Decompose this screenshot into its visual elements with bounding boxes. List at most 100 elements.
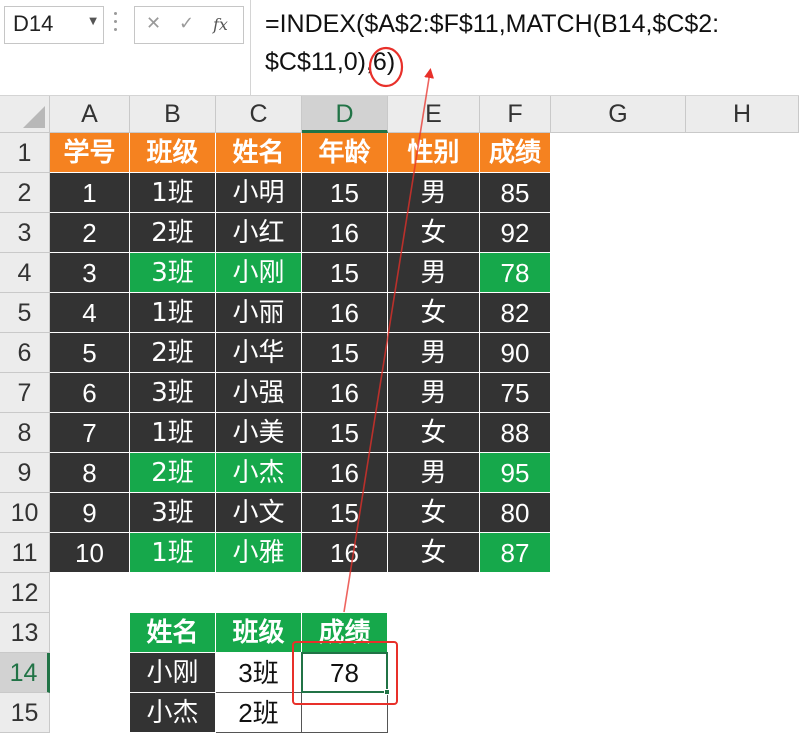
table-cell[interactable]: 小华 <box>216 333 302 373</box>
table-cell[interactable]: 女 <box>388 493 480 533</box>
table-cell[interactable]: 4 <box>50 293 130 333</box>
table-cell[interactable]: 10 <box>50 533 130 573</box>
table-cell[interactable]: 3班 <box>130 493 216 533</box>
table-cell[interactable]: 5 <box>50 333 130 373</box>
lookup-header-cell[interactable]: 姓名 <box>130 613 216 653</box>
table-cell[interactable]: 小美 <box>216 413 302 453</box>
table-cell[interactable]: 2班 <box>130 333 216 373</box>
column-header-d[interactable]: D <box>302 96 388 133</box>
column-header-c[interactable]: C <box>216 96 302 133</box>
table-header-cell[interactable]: 成绩 <box>480 133 551 173</box>
table-cell[interactable]: 15 <box>302 173 388 213</box>
table-cell[interactable]: 女 <box>388 533 480 573</box>
table-cell[interactable]: 87 <box>480 533 551 573</box>
table-cell[interactable]: 16 <box>302 213 388 253</box>
table-cell[interactable]: 8 <box>50 453 130 493</box>
table-cell[interactable]: 6 <box>50 373 130 413</box>
lookup-header-cell[interactable]: 班级 <box>216 613 302 653</box>
cancel-icon[interactable]: ✕ <box>146 13 161 34</box>
table-cell[interactable]: 16 <box>302 373 388 413</box>
table-cell[interactable]: 75 <box>480 373 551 413</box>
row-header-3[interactable]: 3 <box>0 213 50 253</box>
table-header-cell[interactable]: 年龄 <box>302 133 388 173</box>
row-header-10[interactable]: 10 <box>0 493 50 533</box>
table-cell[interactable]: 80 <box>480 493 551 533</box>
lookup-cell[interactable]: 小刚 <box>130 653 216 693</box>
table-cell[interactable]: 82 <box>480 293 551 333</box>
formula-input[interactable]: =INDEX($A$2:$F$11,MATCH(B14,$C$2: $C$11,… <box>250 0 799 96</box>
column-header-f[interactable]: F <box>480 96 551 133</box>
column-header-h[interactable]: H <box>686 96 799 133</box>
row-header-4[interactable]: 4 <box>0 253 50 293</box>
table-cell[interactable]: 85 <box>480 173 551 213</box>
table-cell[interactable]: 88 <box>480 413 551 453</box>
table-cell[interactable]: 16 <box>302 453 388 493</box>
row-header-6[interactable]: 6 <box>0 333 50 373</box>
column-header-g[interactable]: G <box>551 96 686 133</box>
table-cell[interactable]: 男 <box>388 373 480 413</box>
table-cell[interactable]: 90 <box>480 333 551 373</box>
table-cell[interactable]: 男 <box>388 333 480 373</box>
lookup-cell[interactable]: 小杰 <box>130 693 216 733</box>
table-cell[interactable]: 小明 <box>216 173 302 213</box>
row-header-9[interactable]: 9 <box>0 453 50 493</box>
row-header-5[interactable]: 5 <box>0 293 50 333</box>
table-cell[interactable]: 16 <box>302 533 388 573</box>
table-cell[interactable]: 女 <box>388 293 480 333</box>
row-header-12[interactable]: 12 <box>0 573 50 613</box>
table-header-cell[interactable]: 学号 <box>50 133 130 173</box>
active-cell-d14[interactable]: 78 <box>302 653 388 693</box>
table-cell[interactable]: 1班 <box>130 413 216 453</box>
table-cell[interactable]: 女 <box>388 413 480 453</box>
lookup-cell[interactable]: 2班 <box>216 693 302 733</box>
row-header-8[interactable]: 8 <box>0 413 50 453</box>
table-cell[interactable]: 小刚 <box>216 253 302 293</box>
worksheet-grid[interactable]: A B C D E F G H 1 2 3 4 5 6 7 8 9 10 11 12 13 14 15 学号 班级 姓名 年龄 性别成… <box>0 96 799 735</box>
table-cell[interactable]: 3 <box>50 253 130 293</box>
table-header-cell[interactable]: 班级 <box>130 133 216 173</box>
enter-icon[interactable]: ✓ <box>179 13 194 34</box>
table-cell[interactable]: 3班 <box>130 253 216 293</box>
table-cell[interactable]: 15 <box>302 413 388 453</box>
table-cell[interactable]: 1 <box>50 173 130 213</box>
table-header-cell[interactable]: 性别 <box>388 133 480 173</box>
table-cell[interactable]: 小红 <box>216 213 302 253</box>
row-header-2[interactable]: 2 <box>0 173 50 213</box>
insert-function-icon[interactable]: fx <box>213 15 228 34</box>
table-cell[interactable]: 15 <box>302 333 388 373</box>
row-header-15[interactable]: 15 <box>0 693 50 733</box>
table-cell[interactable]: 女 <box>388 213 480 253</box>
table-cell[interactable]: 男 <box>388 453 480 493</box>
table-cell[interactable]: 2班 <box>130 453 216 493</box>
row-header-11[interactable]: 11 <box>0 533 50 573</box>
lookup-header-cell[interactable]: 成绩 <box>302 613 388 653</box>
table-cell[interactable]: 1班 <box>130 173 216 213</box>
table-cell[interactable]: 3班 <box>130 373 216 413</box>
column-header-a[interactable]: A <box>50 96 130 133</box>
table-cell[interactable]: 15 <box>302 493 388 533</box>
row-header-7[interactable]: 7 <box>0 373 50 413</box>
table-cell[interactable]: 1班 <box>130 293 216 333</box>
row-header-14[interactable]: 14 <box>0 653 50 693</box>
table-cell[interactable]: 2班 <box>130 213 216 253</box>
chevron-down-icon[interactable]: ▼ <box>89 16 97 27</box>
table-cell[interactable]: 2 <box>50 213 130 253</box>
table-header-cell[interactable]: 姓名 <box>216 133 302 173</box>
row-header-1[interactable]: 1 <box>0 133 50 173</box>
table-cell[interactable]: 7 <box>50 413 130 453</box>
select-all-button[interactable] <box>0 96 50 133</box>
table-cell[interactable]: 小雅 <box>216 533 302 573</box>
drag-handle-icon[interactable] <box>114 12 118 38</box>
table-cell[interactable]: 92 <box>480 213 551 253</box>
table-cell[interactable]: 男 <box>388 173 480 213</box>
column-header-e[interactable]: E <box>388 96 480 133</box>
table-cell[interactable]: 16 <box>302 293 388 333</box>
column-header-b[interactable]: B <box>130 96 216 133</box>
table-cell[interactable]: 小杰 <box>216 453 302 493</box>
table-cell[interactable]: 95 <box>480 453 551 493</box>
lookup-cell[interactable] <box>302 693 388 733</box>
table-cell[interactable]: 小强 <box>216 373 302 413</box>
lookup-cell[interactable]: 3班 <box>216 653 302 693</box>
name-box[interactable]: D14 ▼ <box>4 6 104 44</box>
table-cell[interactable]: 78 <box>480 253 551 293</box>
